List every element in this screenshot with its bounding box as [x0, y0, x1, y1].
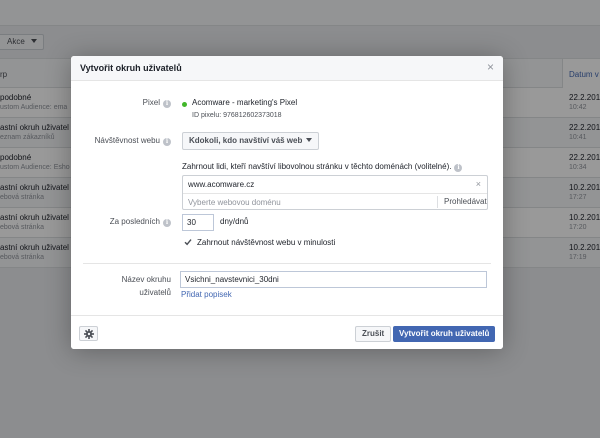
pixel-id: ID pixelu: 976812602373018 [192, 112, 282, 119]
audience-name-input[interactable] [180, 271, 487, 288]
audience-name-label-line2: uživatelů [139, 288, 171, 297]
domain-search-input[interactable] [188, 196, 428, 208]
last-days-label: Za posledních i [71, 217, 171, 227]
dialog-footer: Zrušit Vytvořit okruh uživatelů [71, 315, 503, 349]
remove-domain-icon[interactable]: × [476, 179, 481, 189]
dialog-title: Vytvořit okruh uživatelů [80, 63, 182, 73]
include-past-label[interactable]: Zahrnout návštěvnost webu v minulosti [197, 238, 335, 247]
domain-token: www.acomware.cz [188, 180, 255, 189]
info-icon[interactable]: i [163, 100, 171, 108]
cancel-button[interactable]: Zrušit [355, 326, 392, 342]
pixel-name: Acomware - marketing's Pixel [192, 98, 298, 107]
chevron-down-icon [306, 138, 313, 142]
last-days-label-text: Za posledních [109, 217, 160, 226]
dialog-divider [83, 263, 491, 264]
include-past-checkbox[interactable] [184, 238, 192, 246]
days-input[interactable] [182, 214, 214, 231]
domain-selector: www.acomware.cz × Prohledávat [182, 175, 488, 210]
website-traffic-label-text: Návštěvnost webu [94, 136, 160, 145]
pixel-label: Pixel i [71, 98, 171, 108]
days-unit: dny/dnů [220, 217, 249, 226]
settings-button[interactable] [79, 326, 98, 341]
dialog-header: Vytvořit okruh uživatelů × [71, 56, 503, 81]
create-audience-dialog: Vytvořit okruh uživatelů × Pixel i Acomwa… [71, 56, 503, 349]
audience-name-label-line1: Název okruhu [121, 275, 171, 284]
close-icon[interactable]: × [487, 61, 494, 73]
create-audience-button[interactable]: Vytvořit okruh uživatelů [393, 326, 496, 342]
website-traffic-dropdown[interactable]: Kdokoli, kdo navštíví váš web [182, 132, 320, 150]
website-traffic-label: Návštěvnost webu i [71, 136, 171, 146]
pixel-status-dot [182, 102, 187, 107]
info-icon[interactable]: i [163, 138, 171, 146]
gear-icon [84, 329, 94, 339]
add-description-link[interactable]: Přidat popisek [181, 290, 232, 299]
domains-instruction-text: Zahrnout lidi, kteří navštíví libovolnou… [182, 162, 452, 171]
website-traffic-selected: Kdokoli, kdo navštíví váš web [189, 136, 303, 145]
info-icon[interactable]: i [163, 219, 171, 227]
pixel-label-text: Pixel [142, 98, 160, 107]
domain-divider [183, 193, 487, 194]
browse-button[interactable]: Prohledávat [437, 196, 487, 208]
info-icon[interactable]: i [454, 164, 463, 172]
domains-instruction: Zahrnout lidi, kteří navštíví libovolnou… [182, 162, 463, 172]
